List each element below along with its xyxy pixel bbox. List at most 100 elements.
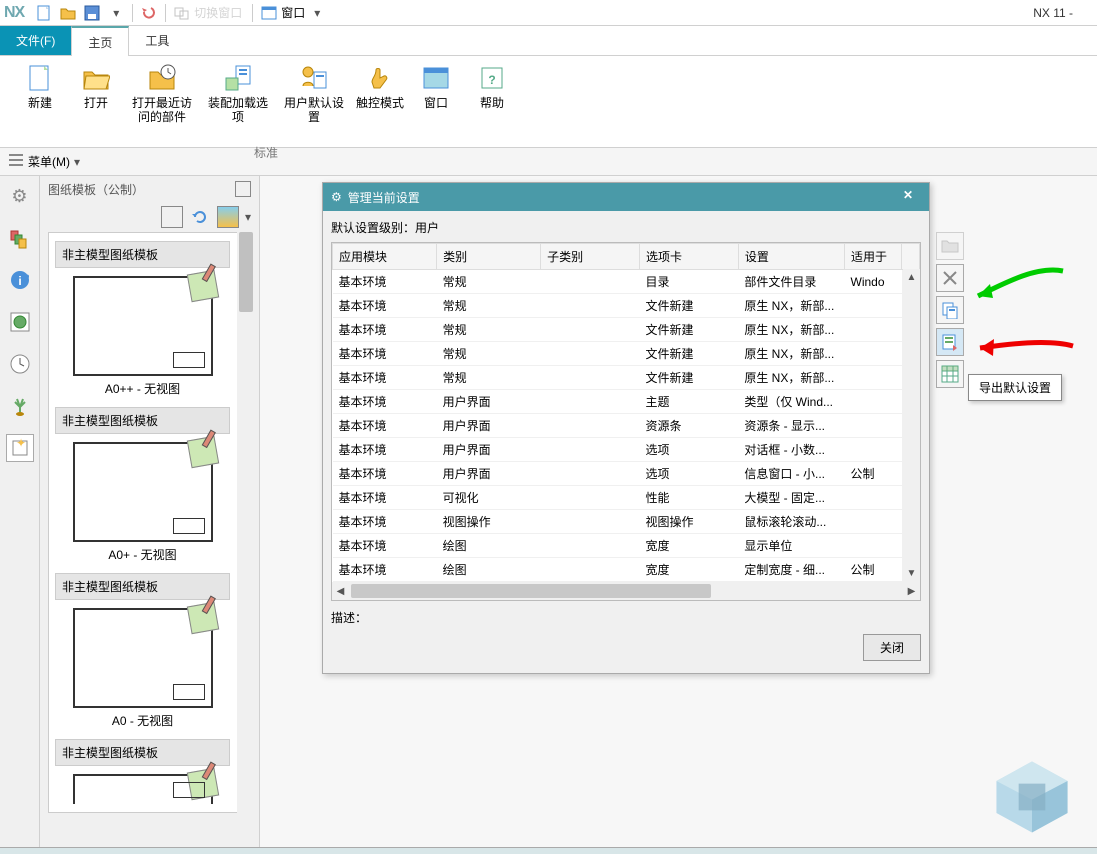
ribbon-help[interactable]: ? 帮助 [466, 60, 518, 126]
tab-home[interactable]: 主页 [71, 26, 129, 56]
window-app-icon [420, 62, 452, 94]
window-label[interactable]: 窗口 [281, 4, 305, 21]
table-cell: 常规 [437, 342, 541, 366]
template-thumbnail[interactable] [73, 276, 213, 376]
scrollbar-vertical[interactable] [237, 232, 255, 843]
table-row[interactable]: 基本环境常规文件新建原生 NX，新部... [333, 318, 920, 342]
ribbon-touch-mode[interactable]: 触控模式 [354, 60, 406, 126]
delete-button[interactable] [936, 264, 964, 292]
new-template-icon[interactable]: ✦ [6, 434, 34, 462]
panel-pin-icon[interactable] [235, 181, 251, 197]
settings-table[interactable]: 应用模块 类别 子类别 选项卡 设置 适用于 基本环境常规目录部件文件目录Win… [332, 243, 920, 582]
history-icon[interactable] [6, 224, 34, 252]
table-row[interactable]: 基本环境用户界面选项信息窗口 - 小...公制 [333, 462, 920, 486]
table-header-row: 应用模块 类别 子类别 选项卡 设置 适用于 [333, 244, 920, 270]
copy-defaults-button[interactable] [936, 296, 964, 324]
table-cell: 视图操作 [437, 510, 541, 534]
table-cell: 用户界面 [437, 438, 541, 462]
template-thumbnail[interactable] [73, 774, 213, 804]
table-cell: 基本环境 [333, 558, 437, 582]
ribbon-open-recent[interactable]: 打开最近访问的部件 [126, 60, 198, 126]
open-icon[interactable] [57, 2, 79, 24]
table-cell [845, 318, 902, 342]
table-row[interactable]: 基本环境常规目录部件文件目录Windo [333, 270, 920, 294]
dropdown-icon[interactable]: ▾ [105, 2, 127, 24]
ribbon-open[interactable]: 打开 [70, 60, 122, 126]
touch-icon [364, 62, 396, 94]
table-scrollbar-v[interactable]: ▲ ▼ [903, 269, 920, 582]
info-icon[interactable]: i [6, 266, 34, 294]
table-cell [541, 294, 640, 318]
close-icon[interactable]: ✕ [903, 188, 921, 206]
ribbon-window[interactable]: 窗口 [410, 60, 462, 126]
undo-icon[interactable] [138, 2, 160, 24]
web-icon[interactable] [6, 308, 34, 336]
window-dropdown-icon[interactable]: ▾ [306, 2, 328, 24]
template-panel-header: 图纸模板（公制） [40, 176, 259, 202]
table-row[interactable]: 基本环境绘图宽度显示单位 [333, 534, 920, 558]
table-cell [541, 534, 640, 558]
scroll-right-icon[interactable]: ▶ [903, 586, 920, 597]
refresh-icon[interactable] [189, 206, 211, 228]
tab-file[interactable]: 文件(F) [0, 26, 71, 55]
view-mode-icon[interactable] [217, 206, 239, 228]
window-icon[interactable] [258, 2, 280, 24]
pencil-icon [186, 436, 218, 468]
table-cell: 视图操作 [639, 510, 738, 534]
table-cell: 公制 [845, 558, 902, 582]
col-module[interactable]: 应用模块 [333, 244, 437, 270]
table-row[interactable]: 基本环境常规文件新建原生 NX，新部... [333, 342, 920, 366]
table-scrollbar-h[interactable]: ◀ ▶ [332, 582, 920, 600]
template-panel: 图纸模板（公制） ▾ 非主模型图纸模板 A0++ - 无视图 非主模型图纸模板 … [40, 176, 260, 847]
description-label: 描述： [331, 609, 921, 626]
table-cell: 原生 NX，新部... [738, 318, 844, 342]
pencil-icon [186, 270, 218, 302]
table-row[interactable]: 基本环境常规文件新建原生 NX，新部... [333, 366, 920, 390]
scroll-left-icon[interactable]: ◀ [332, 586, 349, 597]
table-cell [541, 462, 640, 486]
palm-icon[interactable] [6, 392, 34, 420]
table-row[interactable]: 基本环境绘图宽度定制宽度 - 细...公制 [333, 558, 920, 582]
table-row[interactable]: 基本环境可视化性能大模型 - 固定... [333, 486, 920, 510]
table-cell: 常规 [437, 294, 541, 318]
template-list[interactable]: 非主模型图纸模板 A0++ - 无视图 非主模型图纸模板 A0+ - 无视图 非… [48, 232, 251, 813]
dialog-titlebar[interactable]: ⚙ 管理当前设置 ✕ [323, 183, 929, 211]
table-row[interactable]: 基本环境常规文件新建原生 NX，新部... [333, 294, 920, 318]
template-group-head: 非主模型图纸模板 [55, 739, 230, 766]
template-thumbnail[interactable] [73, 608, 213, 708]
scroll-up-icon[interactable]: ▲ [903, 269, 920, 286]
new-icon[interactable] [33, 2, 55, 24]
col-category[interactable]: 类别 [437, 244, 541, 270]
spreadsheet-button[interactable] [936, 360, 964, 388]
scroll-down-icon[interactable]: ▼ [903, 565, 920, 582]
ribbon-help-label: 帮助 [480, 96, 504, 110]
template-thumbnail[interactable] [73, 442, 213, 542]
col-tab[interactable]: 选项卡 [639, 244, 738, 270]
tab-tools[interactable]: 工具 [129, 26, 185, 55]
scroll-thumb[interactable] [351, 584, 711, 598]
view-dropdown-icon[interactable]: ▾ [245, 210, 251, 224]
gear-icon[interactable]: ⚙ [6, 182, 34, 210]
table-row[interactable]: 基本环境用户界面资源条资源条 - 显示... [333, 414, 920, 438]
ribbon-touch-label: 触控模式 [356, 96, 404, 110]
table-cell: 显示单位 [738, 534, 844, 558]
filter-icon[interactable] [161, 206, 183, 228]
ribbon-group-standard: 新建 打开 打开最近访问的部件 装配加载选项 用户默认设置 触控模式 [10, 60, 522, 147]
ribbon-assy-load[interactable]: 装配加载选项 [202, 60, 274, 126]
ribbon-user-defaults[interactable]: 用户默认设置 [278, 60, 350, 126]
main-area: ⚙ i ✦ 图纸模板（公制） ▾ 非主模型图纸模板 A0++ - 无视图 非主模… [0, 176, 1097, 847]
export-defaults-button[interactable] [936, 328, 964, 356]
col-applies[interactable]: 适用于 [845, 244, 902, 270]
clock-icon[interactable] [6, 350, 34, 378]
table-row[interactable]: 基本环境用户界面主题类型（仅 Wind... [333, 390, 920, 414]
table-row[interactable]: 基本环境用户界面选项对话框 - 小数... [333, 438, 920, 462]
table-cell: 文件新建 [639, 342, 738, 366]
ribbon-new[interactable]: 新建 [14, 60, 66, 126]
close-button[interactable]: 关闭 [863, 634, 921, 661]
table-row[interactable]: 基本环境视图操作视图操作鼠标滚轮滚动... [333, 510, 920, 534]
col-setting[interactable]: 设置 [738, 244, 844, 270]
col-subcategory[interactable]: 子类别 [541, 244, 640, 270]
save-icon[interactable] [81, 2, 103, 24]
table-cell: 基本环境 [333, 510, 437, 534]
dialog-side-buttons [936, 232, 964, 388]
